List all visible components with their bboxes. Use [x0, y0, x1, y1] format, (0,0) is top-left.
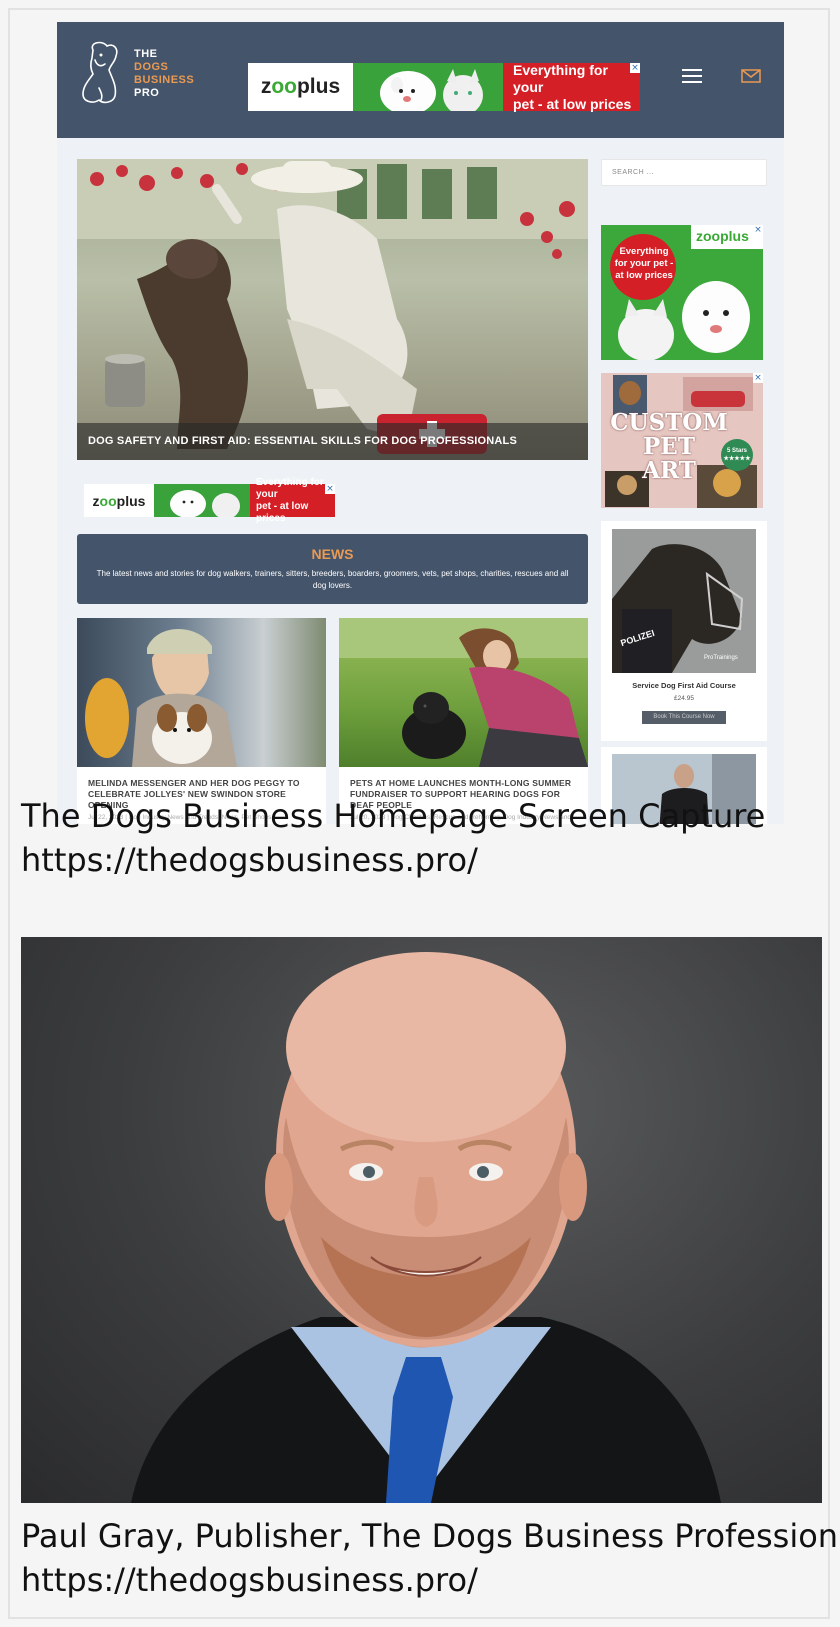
portrait-caption-url[interactable]: https://thedogsbusiness.pro/	[21, 1558, 478, 1603]
capture-caption-url[interactable]: https://thedogsbusiness.pro/	[21, 838, 478, 883]
ad-slogan: Everything for your pet - at low prices	[250, 477, 335, 524]
ad-pets-photo	[154, 484, 250, 517]
protrainings-logo: ProTrainings	[704, 655, 738, 661]
logo-line-pro: PRO	[134, 87, 160, 99]
ad-pets-photo	[353, 63, 503, 111]
dog-logo-icon	[82, 41, 118, 104]
ad-bubble-text: Everything for your pet - at low prices	[614, 246, 674, 281]
ad-headline: CUSTOM PET ART	[610, 409, 728, 484]
envelope-icon[interactable]	[740, 66, 762, 86]
five-star-badge: 5 Stars ★★★★★	[723, 448, 751, 462]
ad-close-icon[interactable]: ×	[753, 225, 763, 235]
course-price: £24.95	[674, 695, 694, 702]
site-logo[interactable]: THE DOGS BUSINESS PRO	[79, 40, 209, 110]
logo-line-business: BUSINESS	[134, 74, 195, 86]
logo-line-the: THE	[134, 48, 158, 60]
sidebar-custom-pet-art-ad[interactable]: CUSTOM PET ART 5 Stars ★★★★★ ×	[601, 373, 763, 508]
book-course-button[interactable]: Book This Course Now	[642, 711, 726, 724]
inline-zooplus-banner-ad[interactable]: zooplus Everything for your pet - at low …	[84, 477, 335, 524]
news-section-banner: NEWS The latest news and stories for dog…	[77, 534, 588, 604]
hero-headline[interactable]: DOG SAFETY AND FIRST AID: ESSENTIAL SKIL…	[77, 423, 588, 460]
logo-line-dogs: DOGS	[134, 61, 169, 73]
portrait-caption-title: Paul Gray, Publisher, The Dogs Business …	[21, 1517, 840, 1555]
logo-wordmark: THE DOGS BUSINESS PRO	[134, 48, 194, 100]
article-thumbnail[interactable]	[77, 618, 326, 767]
trainer-with-dog-illustration	[77, 159, 588, 454]
news-heading[interactable]: NEWS	[77, 546, 588, 562]
article-thumbnail[interactable]	[339, 618, 588, 767]
zooplus-logo: zooplus	[696, 228, 749, 244]
sidebar-zooplus-ad[interactable]: zooplus Everything for your pet - at low…	[601, 225, 763, 360]
zooplus-logo: zooplus	[84, 484, 154, 517]
ad-slogan: Everything for your pet - at low prices	[503, 62, 640, 112]
ad-close-icon[interactable]: ×	[753, 373, 763, 383]
capture-caption-title: The Dogs Business Homepage Screen Captur…	[21, 797, 766, 835]
sidebar-course-widget: POLIZEI ProTrainings Service Dog First A…	[601, 521, 767, 741]
publisher-portrait-photo	[21, 937, 822, 1503]
homepage-screen-capture: THE DOGS BUSINESS PRO zooplus Everything…	[57, 22, 784, 824]
course-name[interactable]: Service Dog First Aid Course	[601, 681, 767, 690]
ad-close-icon[interactable]: ×	[325, 484, 335, 494]
news-description: The latest news and stories for dog walk…	[96, 569, 569, 590]
hamburger-icon[interactable]	[680, 65, 704, 87]
police-dog-image[interactable]: POLIZEI ProTrainings	[612, 529, 756, 673]
zooplus-logo: zooplus	[248, 63, 353, 111]
sidebar-search-input[interactable]: SEARCH ...	[601, 159, 767, 186]
header-zooplus-banner-ad[interactable]: zooplus Everything for your pet - at low …	[248, 62, 640, 112]
ad-close-icon[interactable]: ×	[630, 63, 640, 73]
featured-article-hero[interactable]: DOG SAFETY AND FIRST AID: ESSENTIAL SKIL…	[77, 159, 588, 460]
site-header: THE DOGS BUSINESS PRO zooplus Everything…	[57, 22, 784, 138]
